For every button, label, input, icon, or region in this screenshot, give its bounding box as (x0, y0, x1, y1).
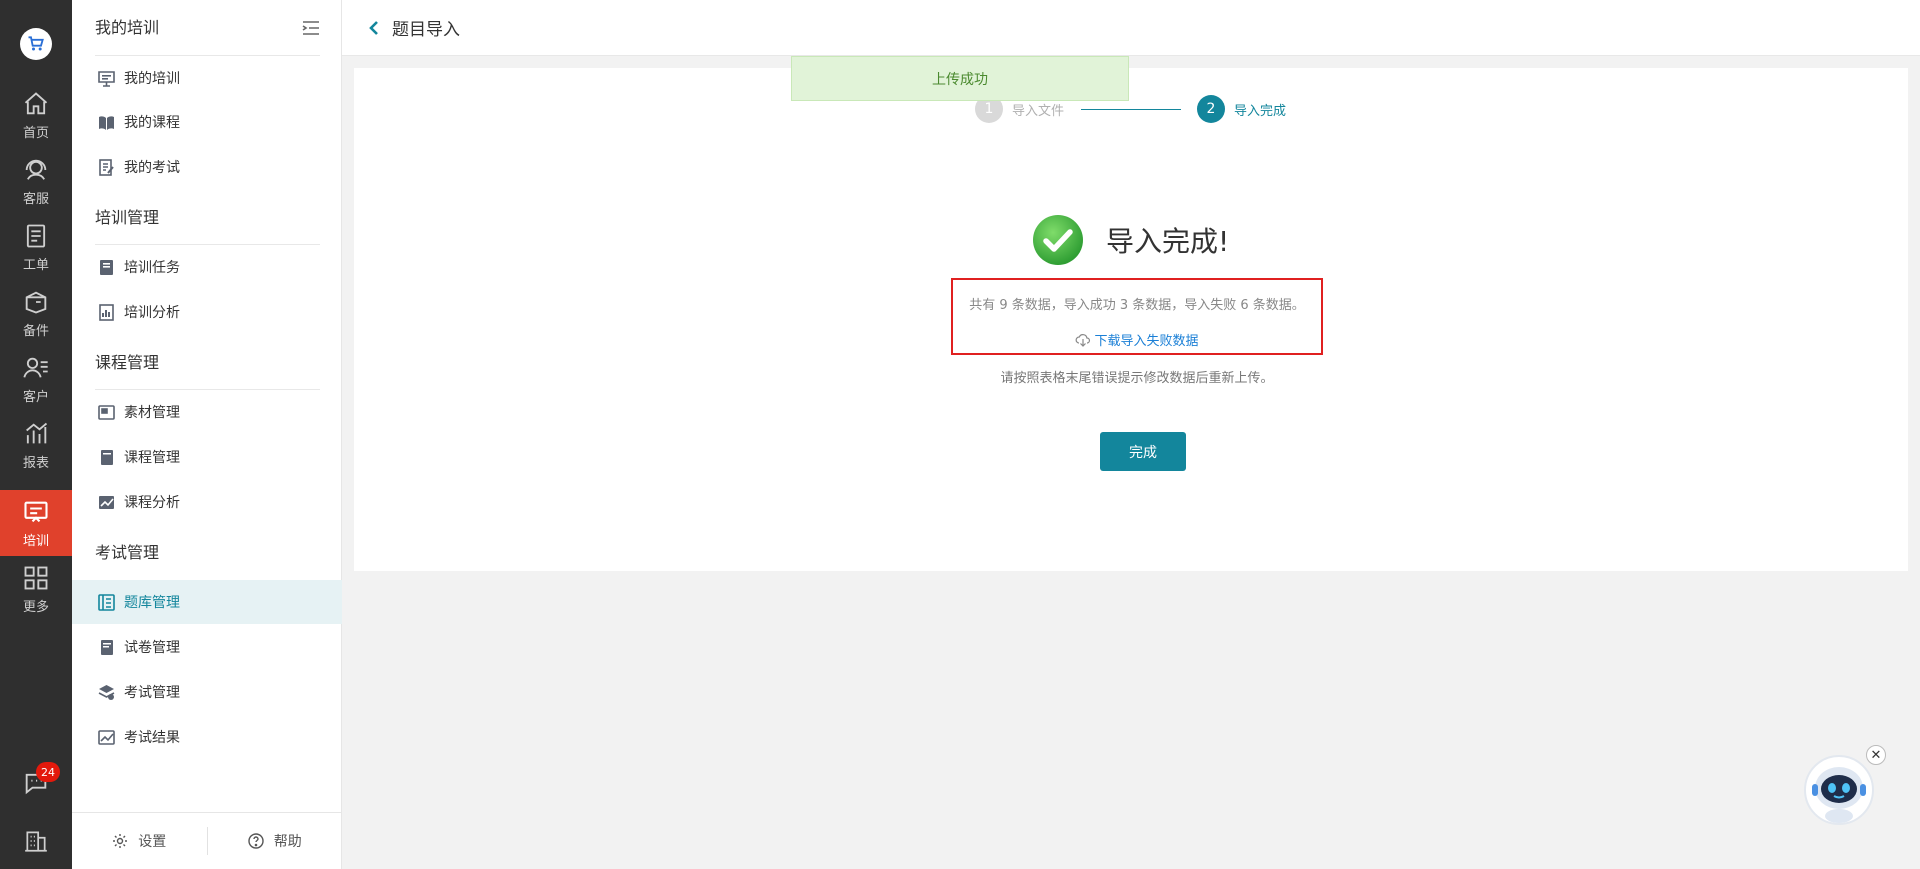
step-1-label: 导入文件 (1012, 104, 1065, 119)
course-book-icon (101, 449, 113, 465)
sidebar-item-material-mgmt[interactable]: 素材管理 (72, 390, 342, 434)
sidebar-item-paper-mgmt[interactable]: 试卷管理 (72, 625, 342, 669)
grid-icon (24, 566, 48, 589)
settings-button[interactable]: 设置 (72, 831, 207, 851)
result-summary-text: 共有 9 条数据，导入成功 3 条数据，导入失败 6 条数据。 (969, 298, 1305, 313)
page-title: 题目导入 (392, 20, 460, 40)
sidebar-item-exam-result[interactable]: 考试结果 (72, 715, 342, 759)
chart-icon (26, 422, 48, 443)
box-icon (25, 291, 47, 313)
step-connector (1081, 109, 1181, 110)
analysis-icon (99, 303, 114, 321)
paper-icon (101, 639, 113, 655)
sidebar-item-exam-mgmt[interactable]: 考试管理 (72, 670, 342, 714)
rail-item-label: 培训 (22, 533, 49, 549)
finish-button[interactable]: 完成 (1100, 432, 1186, 471)
collapse-menu-icon[interactable] (302, 20, 320, 36)
gear-icon (113, 834, 128, 848)
headset-icon (25, 159, 47, 180)
rail-item-label: 工单 (22, 257, 49, 273)
question-bank-icon (98, 593, 115, 611)
rail-item-workorder[interactable]: 工单 (0, 214, 72, 280)
primary-nav-rail: 首页 客服 工单 备件 客户 报表 培训 更多 24 (0, 0, 72, 869)
sidebar-item-course-mgmt[interactable]: 课程管理 (72, 435, 342, 479)
sidebar-group-training-mgmt: 培训管理 (95, 208, 160, 227)
rail-item-home[interactable]: 首页 (0, 82, 72, 148)
sidebar-item-my-training[interactable]: 我的培训 (72, 56, 342, 100)
exam-edit-icon (99, 158, 114, 176)
layers-icon (98, 684, 115, 700)
rail-item-service[interactable]: 客服 (0, 148, 72, 214)
help-button[interactable]: 帮助 (208, 831, 343, 851)
message-count-badge: 24 (36, 762, 60, 782)
upload-success-toast: 上传成功 (791, 56, 1129, 101)
rail-item-customer[interactable]: 客户 (0, 346, 72, 412)
sidebar-item-training-task[interactable]: 培训任务 (72, 245, 342, 289)
step-2-label: 导入完成 (1234, 104, 1287, 119)
app-logo[interactable] (20, 28, 52, 60)
rail-item-report[interactable]: 报表 (0, 412, 72, 478)
task-icon (100, 259, 113, 275)
check-circle-icon (1033, 215, 1083, 265)
rail-item-label: 客户 (22, 389, 49, 405)
chevron-left-icon[interactable] (366, 20, 382, 36)
sidebar-item-course-analysis[interactable]: 课程分析 (72, 480, 342, 524)
import-complete-heading: 导入完成! (1032, 213, 1229, 267)
image-icon (98, 404, 115, 420)
sidebar-group-exam-mgmt: 考试管理 (95, 543, 160, 562)
sidebar-group-my-training: 我的培训 (95, 16, 320, 40)
rail-item-label: 首页 (22, 125, 49, 141)
org-button[interactable] (0, 816, 72, 866)
sidebar-item-my-exam[interactable]: 我的考试 (72, 145, 342, 189)
step-2-circle: 2 (1197, 95, 1225, 123)
sidebar-item-my-course[interactable]: 我的课程 (72, 100, 342, 144)
close-icon: ✕ (1870, 747, 1882, 763)
rail-item-parts[interactable]: 备件 (0, 280, 72, 346)
home-icon (24, 91, 48, 114)
result-title: 导入完成! (1106, 225, 1230, 258)
rail-item-more[interactable]: 更多 (0, 556, 72, 622)
assistant-robot-button[interactable] (1804, 752, 1874, 828)
robot-icon (1804, 755, 1874, 825)
clipboard-icon (26, 224, 46, 247)
cloud-download-icon (1076, 333, 1091, 347)
sidebar-group-course-mgmt: 课程管理 (95, 353, 160, 372)
cart-logo-icon (28, 36, 44, 51)
close-assistant-button[interactable]: ✕ (1866, 745, 1886, 765)
rail-item-label: 更多 (22, 599, 49, 615)
page-header: 题目导入 (342, 0, 1920, 56)
sidebar-footer: 设置 帮助 (72, 812, 342, 869)
module-sidebar: 我的培训 我的培训 我的课程 我的考试 培训管理 培训任务 培训分析 课程管理 … (72, 0, 342, 869)
result-trend-icon (98, 729, 115, 745)
result-summary-box: 共有 9 条数据，导入成功 3 条数据，导入失败 6 条数据。 下载导入失败数据 (951, 278, 1323, 355)
question-circle-icon (248, 833, 264, 849)
sidebar-item-training-analysis[interactable]: 培训分析 (72, 290, 342, 334)
training-icon (24, 501, 48, 522)
download-failed-data-link[interactable]: 下载导入失败数据 (953, 330, 1321, 349)
book-icon (99, 115, 114, 130)
building-icon (25, 831, 47, 852)
presentation-icon (98, 70, 115, 87)
trend-icon (99, 495, 114, 509)
rail-item-label: 客服 (22, 191, 49, 207)
user-icon (23, 357, 48, 378)
sidebar-item-question-bank[interactable]: 题库管理 (72, 580, 342, 624)
rail-item-label: 报表 (22, 455, 49, 471)
rail-item-label: 备件 (22, 323, 49, 339)
retry-hint-text: 请按照表格末尾错误提示修改数据后重新上传。 (1000, 371, 1274, 386)
rail-item-training[interactable]: 培训 (0, 490, 72, 556)
messages-button[interactable]: 24 (0, 758, 72, 808)
